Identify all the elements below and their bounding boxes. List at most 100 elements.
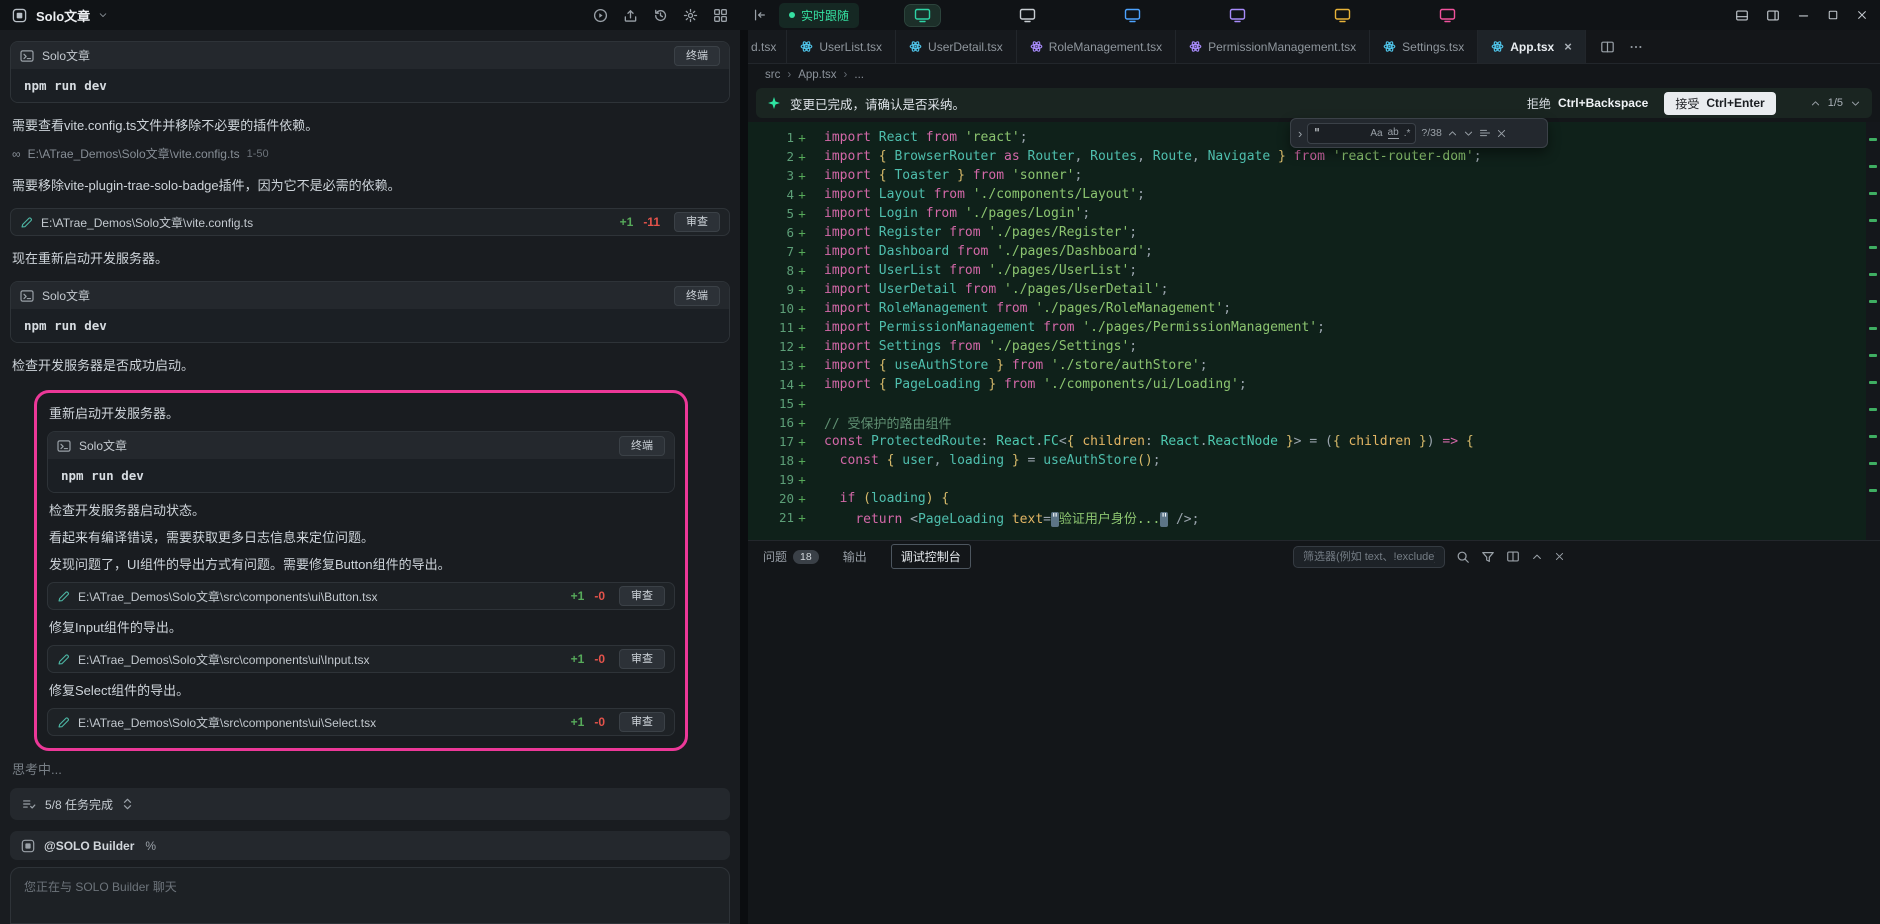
prev-change-icon[interactable] xyxy=(1810,98,1821,109)
find-expand-icon[interactable]: › xyxy=(1298,126,1302,141)
terminal-button[interactable]: 终端 xyxy=(619,436,665,456)
tab-dashboard[interactable]: d.tsx xyxy=(748,30,787,63)
lines-removed: -0 xyxy=(594,715,605,729)
tab-problems[interactable]: 问题 18 xyxy=(763,548,819,565)
edited-file-path: E:\ATrae_Demos\Solo文章\vite.config.ts xyxy=(41,214,612,231)
task-progress-label: 5/8 任务完成 xyxy=(45,796,113,813)
react-icon xyxy=(1189,40,1202,53)
edited-file-card[interactable]: E:\ATrae_Demos\Solo文章\src\components\ui\… xyxy=(47,645,675,673)
viewed-file-ref[interactable]: ∞ E:\ATrae_Demos\Solo文章\vite.config.ts 1… xyxy=(12,145,728,162)
collapse-left-icon[interactable] xyxy=(752,8,767,22)
tab-userdetail[interactable]: UserDetail.tsx xyxy=(896,30,1017,63)
code-line: 10+import RoleManagement from './pages/R… xyxy=(748,299,1880,318)
close-window-icon[interactable] xyxy=(1856,9,1868,21)
task-progress-bar[interactable]: 5/8 任务完成 xyxy=(10,788,730,820)
screen-window-purple[interactable] xyxy=(1220,5,1255,26)
tab-settings[interactable]: Settings.tsx xyxy=(1370,30,1478,63)
find-prev-icon[interactable] xyxy=(1447,128,1458,139)
review-button[interactable]: 审查 xyxy=(619,712,665,732)
maximize-icon[interactable] xyxy=(1827,9,1839,21)
close-panel-icon[interactable] xyxy=(1554,551,1565,562)
find-next-icon[interactable] xyxy=(1463,128,1474,139)
screen-window-teal[interactable] xyxy=(905,5,940,26)
whole-word-icon[interactable]: ab xyxy=(1388,127,1399,139)
filter-input[interactable] xyxy=(1293,546,1445,568)
screen-window-yellow[interactable] xyxy=(1325,5,1360,26)
assistant-message: 修复Select组件的导出。 xyxy=(49,681,673,700)
review-button[interactable]: 审查 xyxy=(674,212,720,232)
tab-userlist[interactable]: UserList.tsx xyxy=(787,30,896,63)
code-line: 18+ const { user, loading } = useAuthSto… xyxy=(748,451,1880,470)
regex-icon[interactable]: .* xyxy=(1404,128,1411,139)
workspace-title[interactable]: Solo文章 xyxy=(36,6,90,25)
chevron-down-icon[interactable] xyxy=(98,10,108,20)
run-deploy-icon[interactable] xyxy=(593,8,608,23)
edited-file-card[interactable]: E:\ATrae_Demos\Solo文章\vite.config.ts +1 … xyxy=(10,208,730,236)
breadcrumb-src[interactable]: src xyxy=(765,69,780,81)
review-button[interactable]: 审查 xyxy=(619,649,665,669)
terminal-command: npm run dev xyxy=(11,69,729,102)
solo-builder-icon xyxy=(21,839,35,853)
terminal-button[interactable]: 终端 xyxy=(674,46,720,66)
reject-button[interactable]: 拒绝 Ctrl+Backspace xyxy=(1527,95,1648,112)
terminal-command: npm run dev xyxy=(11,309,729,342)
review-button[interactable]: 审查 xyxy=(619,586,665,606)
more-actions-icon[interactable] xyxy=(1629,40,1643,54)
edited-file-card[interactable]: E:\ATrae_Demos\Solo文章\src\components\ui\… xyxy=(47,582,675,610)
filter-icon[interactable] xyxy=(1481,550,1495,564)
panel-right-icon[interactable] xyxy=(1766,9,1780,22)
collapse-panel-icon[interactable] xyxy=(1531,551,1543,563)
find-input[interactable] xyxy=(1313,126,1365,140)
breadcrumb-more[interactable]: ... xyxy=(854,69,864,81)
search-icon[interactable] xyxy=(1456,550,1470,564)
tab-rolemanagement[interactable]: RoleManagement.tsx xyxy=(1017,30,1176,63)
apps-grid-icon[interactable] xyxy=(713,8,728,23)
code-line: 19+ xyxy=(748,470,1880,489)
screen-window-blue[interactable] xyxy=(1115,5,1150,26)
share-upload-icon[interactable] xyxy=(623,8,638,23)
find-match-count: ?/38 xyxy=(1421,127,1441,139)
panel-bottom-icon[interactable] xyxy=(1735,9,1749,22)
code-lines: 1+import React from 'react';2+import { B… xyxy=(748,128,1880,527)
terminal-button[interactable]: 终端 xyxy=(674,286,720,306)
panel-divider[interactable] xyxy=(740,30,748,924)
code-line: 8+import UserList from './pages/UserList… xyxy=(748,261,1880,280)
settings-gear-icon[interactable] xyxy=(683,8,698,23)
terminal-card-header: Solo文章 终端 xyxy=(11,42,729,69)
breadcrumb-file[interactable]: App.tsx xyxy=(798,69,836,81)
split-panel-icon[interactable] xyxy=(1506,550,1520,563)
next-change-icon[interactable] xyxy=(1850,98,1861,109)
edited-file-path: E:\ATrae_Demos\Solo文章\src\components\ui\… xyxy=(78,651,563,668)
minimize-icon[interactable] xyxy=(1797,9,1810,22)
code-editor[interactable]: 1+import React from 'react';2+import { B… xyxy=(748,122,1880,540)
close-find-icon[interactable] xyxy=(1496,128,1507,139)
assistant-message: 检查开发服务器是否成功启动。 xyxy=(12,356,728,375)
match-case-icon[interactable]: Aa xyxy=(1370,128,1382,139)
edited-file-card[interactable]: E:\ATrae_Demos\Solo文章\src\components\ui\… xyxy=(47,708,675,736)
editor-scrollbar[interactable] xyxy=(1866,122,1880,540)
split-editor-icon[interactable] xyxy=(1600,40,1615,54)
tab-output[interactable]: 输出 xyxy=(843,548,867,565)
find-in-selection-icon[interactable] xyxy=(1479,127,1491,139)
tab-app-active[interactable]: App.tsx × xyxy=(1478,30,1586,63)
live-follow-button[interactable]: 实时跟随 xyxy=(779,3,859,28)
screen-window-gray[interactable] xyxy=(1010,5,1045,26)
react-icon xyxy=(1383,40,1396,53)
edit-pencil-icon xyxy=(20,216,33,229)
bottom-panel-header: 问题 18 输出 调试控制台 xyxy=(748,540,1880,572)
ai-spark-icon xyxy=(767,96,781,110)
find-field: Aa ab .* xyxy=(1307,123,1416,144)
lines-added: +1 xyxy=(571,715,585,729)
live-dot xyxy=(789,12,795,18)
builder-bar[interactable]: @SOLO Builder % xyxy=(10,831,730,860)
builder-tools-icon[interactable]: % xyxy=(145,839,156,853)
accept-button[interactable]: 接受 Ctrl+Enter xyxy=(1664,92,1775,115)
history-icon[interactable] xyxy=(653,8,668,23)
tab-permissionmanagement[interactable]: PermissionManagement.tsx xyxy=(1176,30,1370,63)
edit-pencil-icon xyxy=(57,716,70,729)
tab-debug-console[interactable]: 调试控制台 xyxy=(891,544,971,569)
screen-window-pink[interactable] xyxy=(1430,5,1465,26)
chat-input[interactable]: 您正在与 SOLO Builder 聊天 xyxy=(10,867,730,924)
expand-updown-icon[interactable] xyxy=(122,798,133,810)
close-tab-icon[interactable]: × xyxy=(1564,39,1572,54)
